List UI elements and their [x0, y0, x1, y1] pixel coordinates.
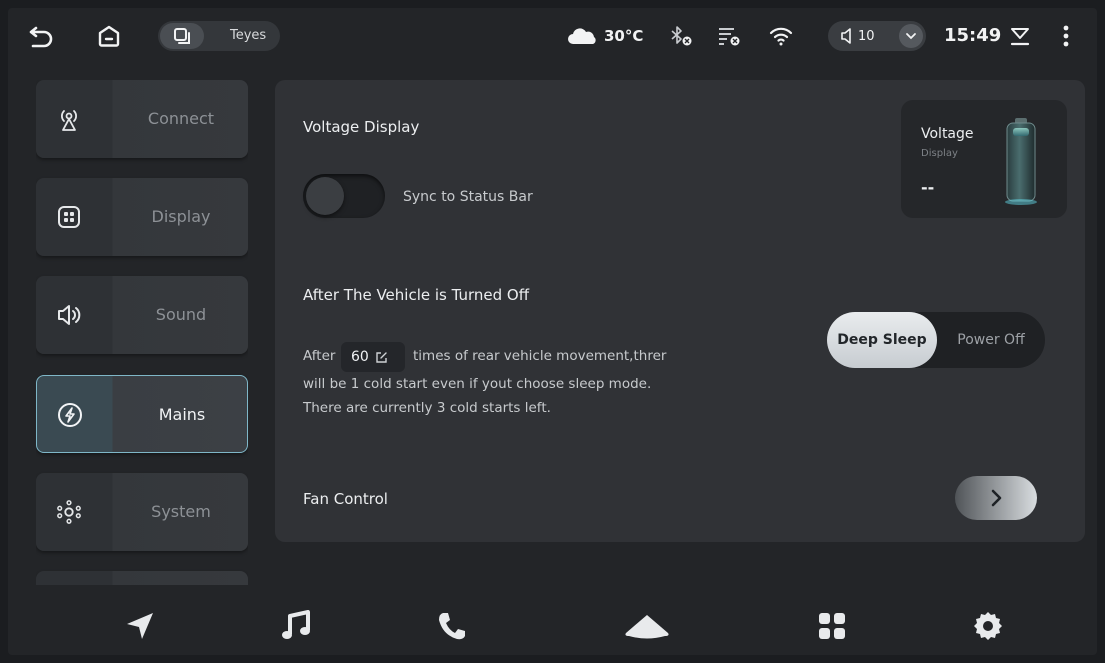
chevron-right-icon — [990, 489, 1002, 507]
edit-icon — [375, 351, 388, 364]
sidebar-item-system[interactable]: System — [36, 473, 248, 551]
battery-icon — [1001, 116, 1041, 208]
settings-icon[interactable] — [968, 606, 1008, 646]
wifi-icon — [768, 24, 794, 48]
bottom-dock — [8, 592, 1097, 655]
signal-off-icon — [716, 24, 742, 48]
sidebar-item-mains[interactable]: Mains — [36, 375, 248, 453]
grid-icon — [56, 204, 82, 230]
voltage-card-title: Voltage — [921, 126, 974, 142]
clock: 15:49 — [944, 24, 1002, 46]
weather-temp: 30°C — [604, 27, 644, 45]
voltage-card-subtitle: Display — [921, 148, 958, 159]
deep-sleep-option[interactable]: Deep Sleep — [827, 312, 937, 368]
sidebar-item-connect[interactable]: Connect — [36, 80, 248, 158]
home-icon[interactable] — [94, 22, 124, 50]
sidebar-item-label: Display — [151, 207, 211, 226]
sidebar-item-label: Connect — [147, 109, 215, 128]
after-prefix: After — [303, 348, 336, 364]
app-switcher-pill[interactable]: Teyes — [158, 21, 280, 51]
apps-icon[interactable] — [812, 606, 852, 646]
power-off-option[interactable]: Power Off — [937, 312, 1045, 368]
after-off-title: After The Vehicle is Turned Off — [303, 286, 530, 304]
bluetooth-off-icon — [668, 24, 694, 48]
volume-pill[interactable]: 10 — [828, 21, 926, 51]
status-bar: Teyes 30°C 10 15:49 — [8, 8, 1097, 64]
sync-status-bar-label: Sync to Status Bar — [403, 189, 533, 205]
app-frame: Teyes 30°C 10 15:49 Connect Display Soun… — [8, 8, 1097, 655]
voltage-value: -- — [921, 178, 935, 197]
fan-control-button[interactable] — [955, 476, 1037, 520]
power-mode-selector: Deep Sleep Power Off — [827, 312, 1045, 368]
multiwindow-icon[interactable] — [160, 23, 204, 49]
chevron-down-icon[interactable] — [899, 24, 923, 48]
app-pill-label: Teyes — [230, 28, 267, 43]
cold-start-count-field[interactable]: 60 — [341, 342, 405, 372]
phone-icon[interactable] — [432, 606, 472, 646]
system-icon — [56, 499, 82, 525]
music-icon[interactable] — [276, 606, 316, 646]
toggle-knob — [306, 177, 344, 215]
antenna-icon — [56, 106, 82, 132]
navigation-icon[interactable] — [120, 606, 160, 646]
sidebar-item-display[interactable]: Display — [36, 178, 248, 256]
after-suffix: times of rear vehicle movement,threr — [413, 348, 667, 364]
voltage-card: Voltage Display -- — [901, 100, 1067, 218]
fan-control-title: Fan Control — [303, 490, 388, 508]
more-icon[interactable] — [1058, 22, 1074, 50]
sidebar-item-label: Mains — [158, 405, 206, 424]
sync-status-bar-toggle[interactable] — [303, 174, 385, 218]
cloud-icon — [566, 26, 600, 46]
sidebar-item-label: Sound — [155, 305, 207, 324]
lightning-icon — [57, 402, 83, 428]
after-line2: will be 1 cold start even if yout choose… — [303, 376, 652, 392]
download-icon[interactable] — [1008, 24, 1032, 48]
mains-settings-panel: Voltage Display Sync to Status Bar Volta… — [275, 80, 1085, 542]
sidebar-item-sound[interactable]: Sound — [36, 276, 248, 354]
after-line3: There are currently 3 cold starts left. — [303, 400, 551, 416]
voltage-display-title: Voltage Display — [303, 118, 420, 136]
collapse-icon[interactable] — [620, 606, 674, 646]
sidebar-item-more[interactable] — [36, 571, 248, 585]
back-icon[interactable] — [26, 22, 56, 50]
speaker-icon — [840, 28, 854, 44]
cold-start-count: 60 — [351, 349, 369, 365]
volume-level: 10 — [858, 28, 875, 44]
sidebar-item-label: System — [151, 502, 211, 521]
settings-sidebar: Connect Display Sound Mains System — [36, 80, 248, 585]
speaker-icon — [56, 302, 82, 328]
